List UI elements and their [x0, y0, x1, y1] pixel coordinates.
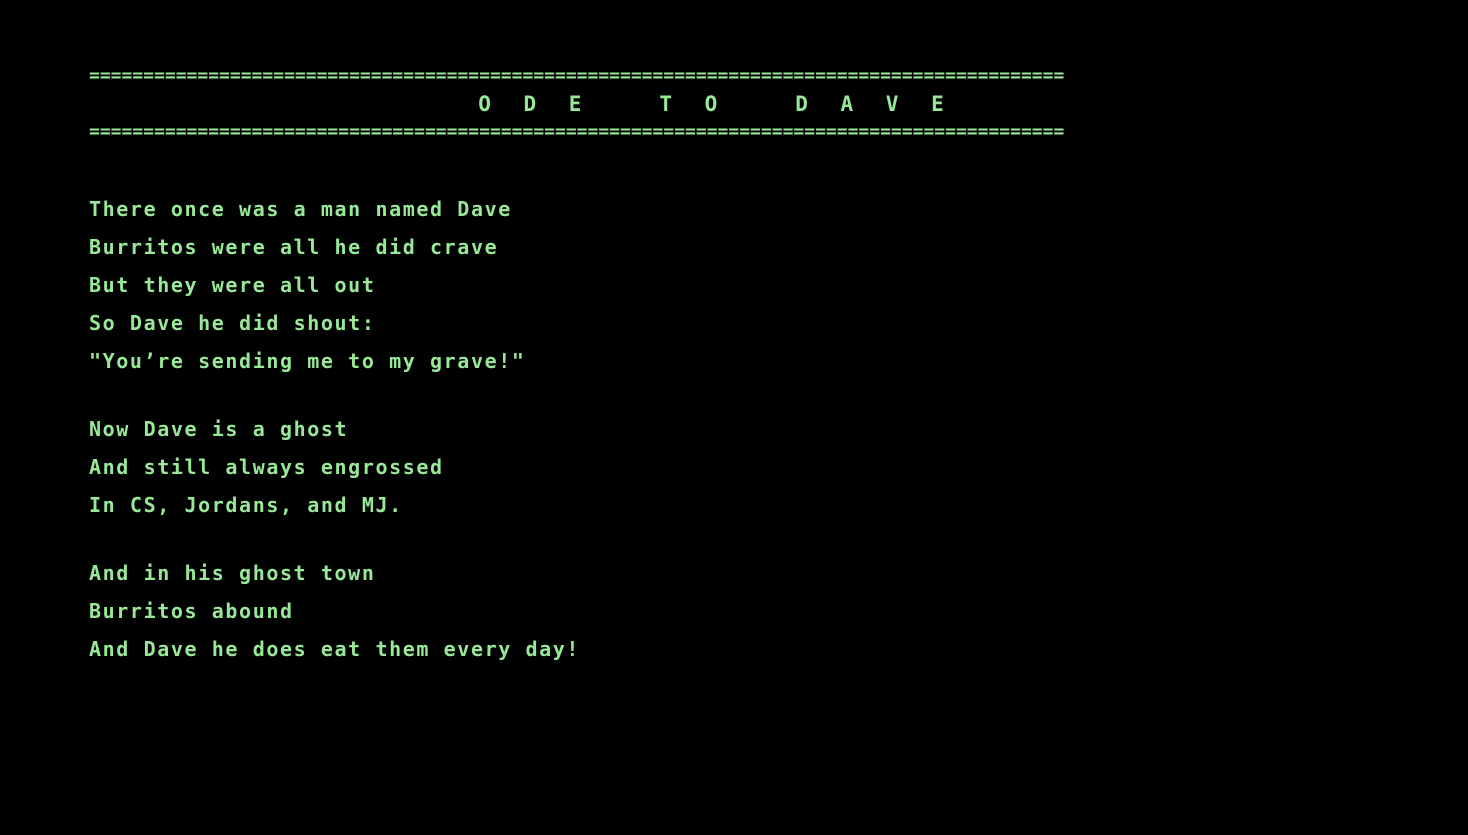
- poem-body: There once was a man named Dave Burritos…: [89, 190, 989, 698]
- poem-line: Burritos abound: [89, 599, 294, 623]
- poem-line: And Dave he does eat them every day!: [89, 637, 581, 661]
- top-rule: ========================================…: [89, 65, 1065, 86]
- poem-line: So Dave he did shout:: [89, 311, 376, 335]
- poem-line: Now Dave is a ghost: [89, 417, 349, 441]
- poem-header: ========================================…: [89, 62, 1343, 146]
- poem-line: In CS, Jordans, and MJ.: [89, 493, 403, 517]
- stanza-2: Now Dave is a ghost And still always eng…: [89, 410, 989, 524]
- stanza-3: And in his ghost town Burritos abound An…: [89, 554, 989, 668]
- bottom-rule: ========================================…: [89, 121, 1065, 142]
- page-title: O D E T O D A V E: [478, 92, 954, 116]
- poem-line: But they were all out: [89, 273, 376, 297]
- terminal-screen: ========================================…: [0, 0, 1468, 835]
- poem-line: There once was a man named Dave: [89, 197, 512, 221]
- poem-line: Burritos were all he did crave: [89, 235, 499, 259]
- poem-line: And in his ghost town: [89, 561, 376, 585]
- poem-line: "You’re sending me to my grave!": [89, 349, 526, 373]
- poem-line: And still always engrossed: [89, 455, 444, 479]
- stanza-1: There once was a man named Dave Burritos…: [89, 190, 989, 380]
